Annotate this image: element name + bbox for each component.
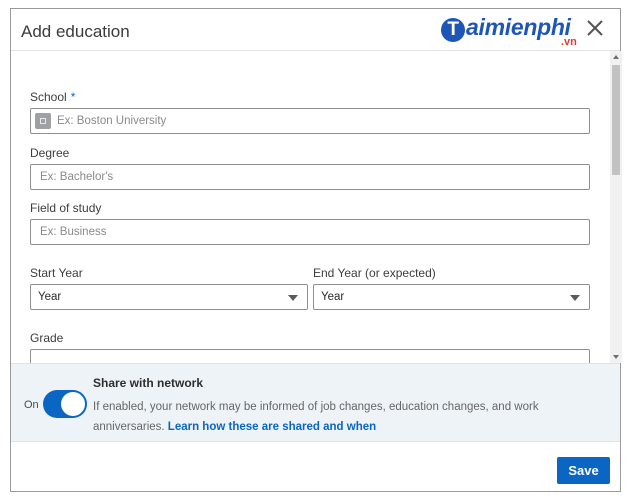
share-toggle[interactable] xyxy=(43,390,87,418)
add-education-dialog: Add education Taimienphi .vn School * Ex:… xyxy=(10,8,622,493)
scroll-up-icon[interactable] xyxy=(613,55,619,59)
logo-t-badge: T xyxy=(441,18,465,42)
field-of-study-label: Field of study xyxy=(30,201,102,215)
start-year-label: Start Year xyxy=(30,266,83,280)
school-input[interactable]: Ex: Boston University xyxy=(30,108,590,134)
field-of-study-placeholder: Ex: Business xyxy=(40,226,107,238)
learn-more-link[interactable]: Learn how these are shared and when xyxy=(168,421,376,433)
field-of-study-input[interactable]: Ex: Business xyxy=(30,219,590,245)
education-form: School * Ex: Boston University Degree Ex:… xyxy=(11,51,610,363)
share-title: Share with network xyxy=(93,376,204,390)
chevron-down-icon xyxy=(570,295,580,301)
scroll-thumb[interactable] xyxy=(612,65,620,175)
share-description: If enabled, your network may be informed… xyxy=(93,401,539,433)
dialog-footer: Save xyxy=(11,441,620,493)
toggle-knob xyxy=(61,392,85,416)
close-icon xyxy=(587,20,603,36)
close-button[interactable] xyxy=(583,16,607,40)
degree-label: Degree xyxy=(30,146,70,160)
scroll-down-icon[interactable] xyxy=(613,355,619,359)
save-button[interactable]: Save xyxy=(557,457,610,484)
dialog-header: Add education Taimienphi .vn xyxy=(11,9,620,51)
logo-text: aimienphi xyxy=(466,14,571,40)
grade-input[interactable] xyxy=(30,349,590,363)
school-placeholder: Ex: Boston University xyxy=(57,115,167,127)
dialog-title: Add education xyxy=(21,22,130,41)
form-scrollbar[interactable] xyxy=(610,51,622,363)
logo-suffix: .vn xyxy=(561,36,577,48)
chevron-down-icon xyxy=(288,295,298,301)
school-label: School * xyxy=(30,90,76,104)
taimienphi-watermark-logo: Taimienphi .vn xyxy=(441,13,591,48)
end-year-value: Year xyxy=(321,291,345,303)
grade-label: Grade xyxy=(30,331,64,345)
toggle-state-label: On xyxy=(24,399,39,411)
school-icon xyxy=(35,113,51,129)
degree-input[interactable]: Ex: Bachelor's xyxy=(30,164,590,190)
required-mark: * xyxy=(70,90,76,104)
end-year-label: End Year (or expected) xyxy=(313,266,436,280)
start-year-value: Year xyxy=(38,291,62,303)
degree-placeholder: Ex: Bachelor's xyxy=(40,171,114,183)
start-year-select[interactable]: Year xyxy=(30,284,308,310)
end-year-select[interactable]: Year xyxy=(313,284,590,310)
share-with-network-panel: Share with network On If enabled, your n… xyxy=(11,363,620,441)
